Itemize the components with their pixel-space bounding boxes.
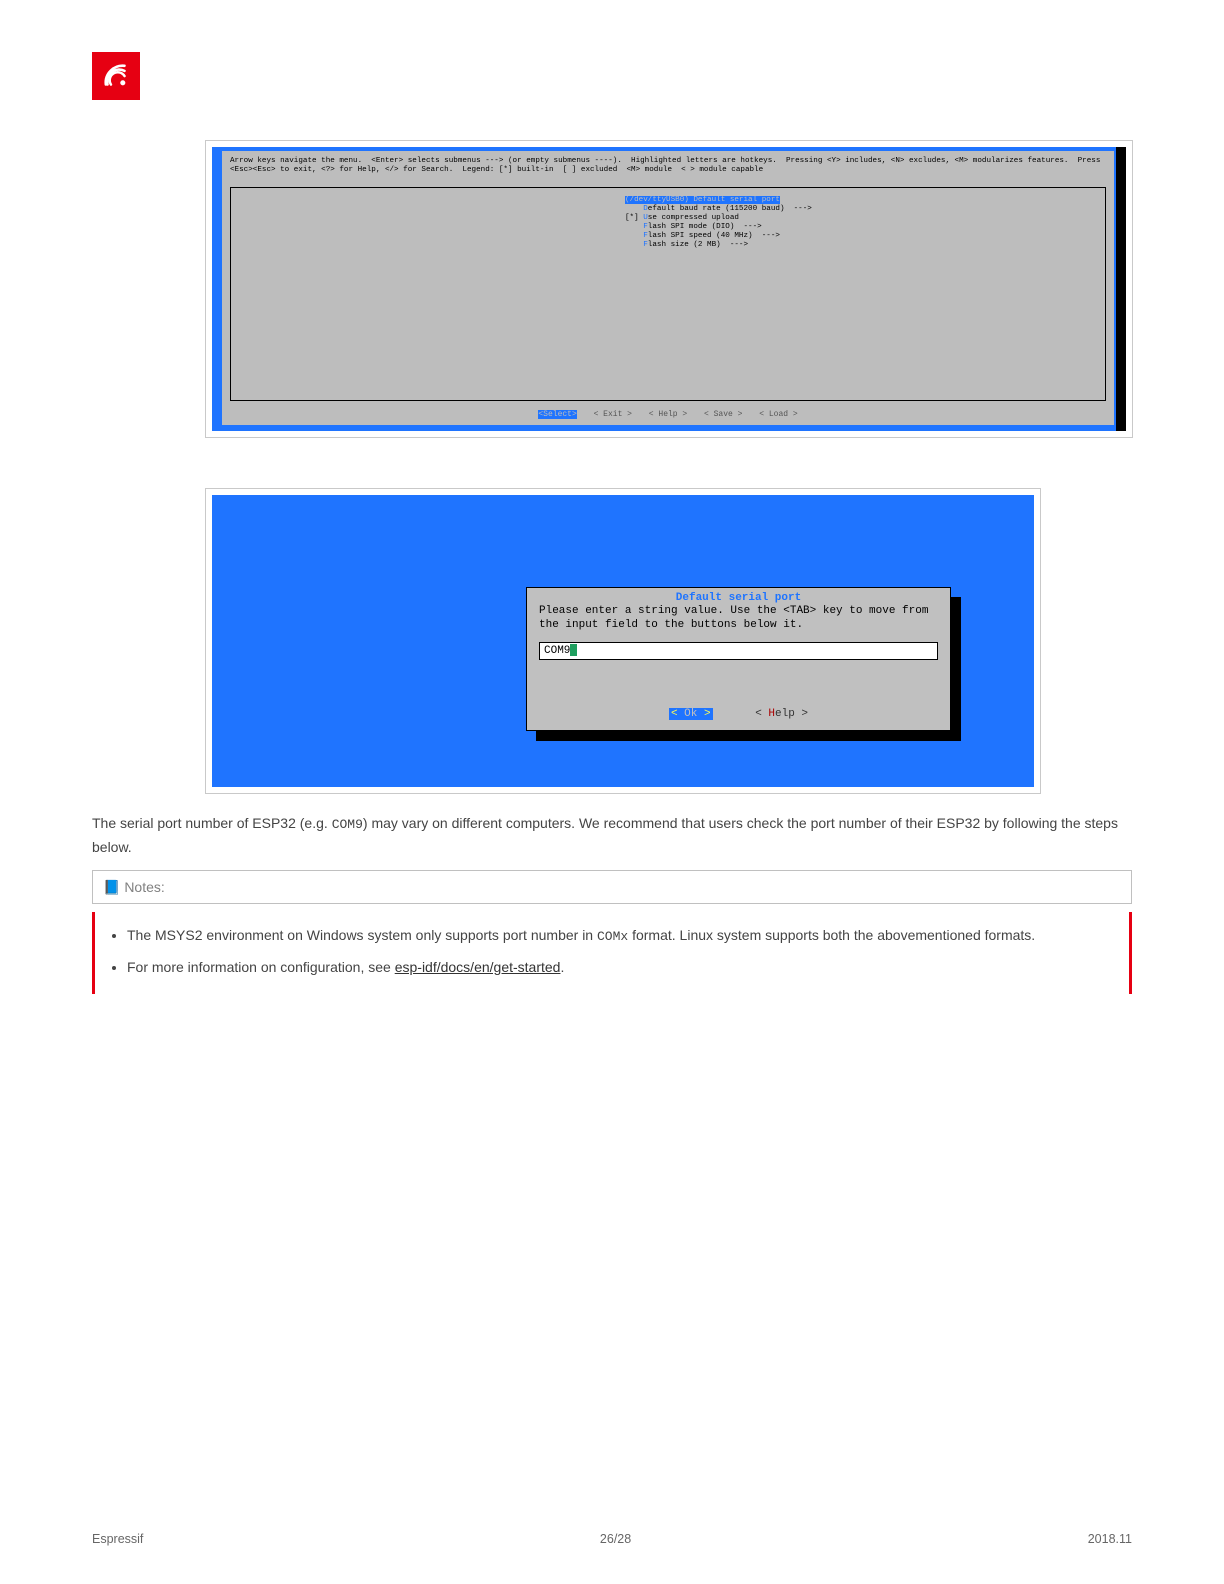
menuconfig-help-text: Arrow keys navigate the menu. <Enter> se… bbox=[222, 151, 1114, 179]
menu-item-serial-port[interactable]: (/dev/ttyUSB0) Default serial port bbox=[625, 196, 812, 205]
ok-button[interactable]: < Ok > bbox=[669, 708, 713, 720]
dialog-help-button[interactable]: < Help > bbox=[755, 708, 808, 720]
espressif-logo bbox=[92, 52, 140, 100]
dialog-message: Please enter a string value. Use the <TA… bbox=[527, 604, 950, 632]
note-item-1: The MSYS2 environment on Windows system … bbox=[127, 924, 1115, 948]
load-button[interactable]: < Load > bbox=[759, 410, 797, 419]
serial-port-dialog: Default serial port Please enter a strin… bbox=[526, 587, 951, 731]
notes-heading: 📘 Notes: bbox=[103, 879, 165, 895]
notes-content: The MSYS2 environment on Windows system … bbox=[92, 912, 1132, 994]
page-footer: Espressif 26/28 2018.11 bbox=[92, 1532, 1132, 1546]
menu-item-spi-mode[interactable]: Flash SPI mode (DIO) ---> bbox=[625, 223, 812, 232]
menu-item-flash-size[interactable]: Flash size (2 MB) ---> bbox=[625, 241, 812, 250]
wifi-spiral-icon bbox=[99, 59, 133, 93]
footer-date: 2018.11 bbox=[1088, 1532, 1132, 1546]
notes-title-frame: 📘 Notes: bbox=[92, 870, 1132, 904]
dialog-title: Default serial port bbox=[527, 588, 950, 604]
paragraph-serial-port-note: The serial port number of ESP32 (e.g. CO… bbox=[92, 812, 1132, 858]
docs-link[interactable]: esp-idf/docs/en/get-started bbox=[395, 959, 561, 975]
footer-left: Espressif bbox=[92, 1532, 143, 1546]
exit-button[interactable]: < Exit > bbox=[594, 410, 632, 419]
select-button[interactable]: <Select> bbox=[538, 410, 576, 419]
save-button[interactable]: < Save > bbox=[704, 410, 742, 419]
serial-port-input[interactable]: COM9 bbox=[539, 642, 938, 660]
help-button[interactable]: < Help > bbox=[649, 410, 687, 419]
footer-page-number: 26/28 bbox=[600, 1532, 631, 1546]
screenshot-serial-port-dialog: Default serial port Please enter a strin… bbox=[205, 488, 1041, 794]
menu-item-compressed-upload[interactable]: [*] Use compressed upload bbox=[625, 214, 812, 223]
screenshot-flasher-menu: Arrow keys navigate the menu. <Enter> se… bbox=[205, 140, 1133, 438]
menu-item-spi-speed[interactable]: Flash SPI speed (40 MHz) ---> bbox=[625, 232, 812, 241]
menuconfig-item-list: (/dev/ttyUSB0) Default serial port Defau… bbox=[625, 196, 812, 250]
menu-item-baud-rate[interactable]: Default baud rate (115200 baud) ---> bbox=[625, 205, 812, 214]
note-item-2: For more information on configuration, s… bbox=[127, 956, 1115, 978]
